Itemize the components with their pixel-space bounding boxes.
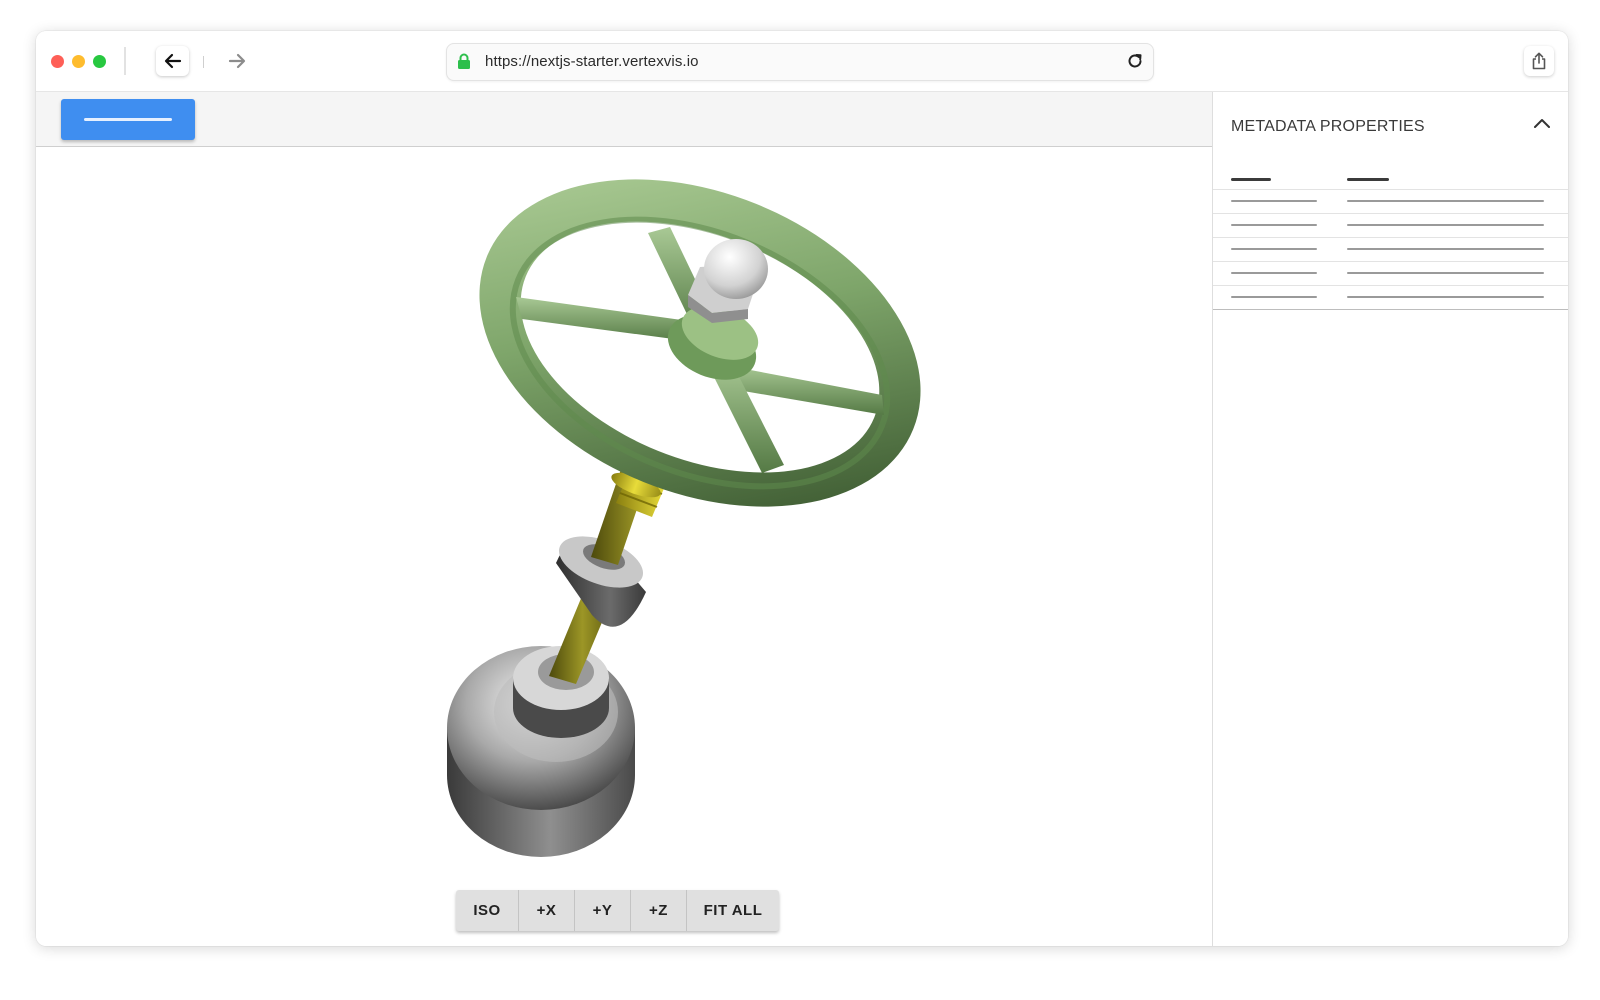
main-area: ISO +X +Y +Z FIT ALL — [36, 92, 1212, 946]
property-name — [1231, 200, 1317, 202]
column-header-value — [1347, 178, 1389, 181]
panel-title: METADATA PROPERTIES — [1231, 118, 1425, 135]
address-bar[interactable]: https://nextjs-starter.vertexvis.io — [446, 43, 1154, 81]
share-icon — [1532, 52, 1546, 70]
minimize-window-button[interactable] — [72, 55, 85, 68]
table-row[interactable] — [1213, 285, 1568, 310]
share-button[interactable] — [1524, 46, 1554, 76]
close-window-button[interactable] — [51, 55, 64, 68]
view-plus-z-button[interactable]: +Z — [631, 890, 687, 931]
3d-viewer[interactable]: ISO +X +Y +Z FIT ALL — [36, 147, 1212, 946]
valve-base — [447, 646, 635, 857]
button-label-placeholder — [84, 118, 172, 121]
lock-icon — [458, 53, 470, 69]
view-plus-y-button[interactable]: +Y — [575, 890, 631, 931]
back-button[interactable] — [156, 46, 189, 76]
maximize-window-button[interactable] — [93, 55, 106, 68]
valve-handwheel — [479, 179, 921, 507]
valve-model[interactable] — [36, 147, 1212, 946]
table-row[interactable] — [1213, 261, 1568, 285]
property-value — [1347, 248, 1544, 250]
view-plus-x-button[interactable]: +X — [519, 890, 575, 931]
arrow-right-icon — [228, 53, 245, 69]
metadata-panel: METADATA PROPERTIES — [1212, 92, 1568, 946]
view-controls: ISO +X +Y +Z FIT ALL — [456, 890, 779, 931]
forward-button[interactable] — [220, 46, 253, 76]
browser-chrome: https://nextjs-starter.vertexvis.io — [36, 31, 1568, 92]
browser-window: https://nextjs-starter.vertexvis.io ISO … — [36, 31, 1568, 946]
table-row[interactable] — [1213, 213, 1568, 237]
property-name — [1231, 272, 1317, 274]
table-row[interactable] — [1213, 237, 1568, 261]
property-value — [1347, 224, 1544, 226]
property-name — [1231, 296, 1317, 298]
arrow-left-icon — [164, 53, 181, 69]
property-value — [1347, 272, 1544, 274]
nav-separator — [203, 56, 204, 68]
property-name — [1231, 248, 1317, 250]
url-text: https://nextjs-starter.vertexvis.io — [485, 53, 699, 70]
property-value — [1347, 296, 1544, 298]
property-name — [1231, 224, 1317, 226]
property-value — [1347, 200, 1544, 202]
properties-table — [1213, 189, 1568, 310]
table-row[interactable] — [1213, 189, 1568, 213]
primary-action-button[interactable] — [61, 99, 195, 140]
viewer-toolbar — [36, 92, 1212, 147]
column-header-name — [1231, 178, 1271, 181]
view-iso-button[interactable]: ISO — [456, 890, 519, 931]
chrome-divider — [124, 47, 126, 75]
fit-all-button[interactable]: FIT ALL — [687, 890, 779, 931]
reload-icon[interactable] — [1126, 52, 1144, 70]
chevron-up-icon[interactable] — [1533, 117, 1551, 129]
